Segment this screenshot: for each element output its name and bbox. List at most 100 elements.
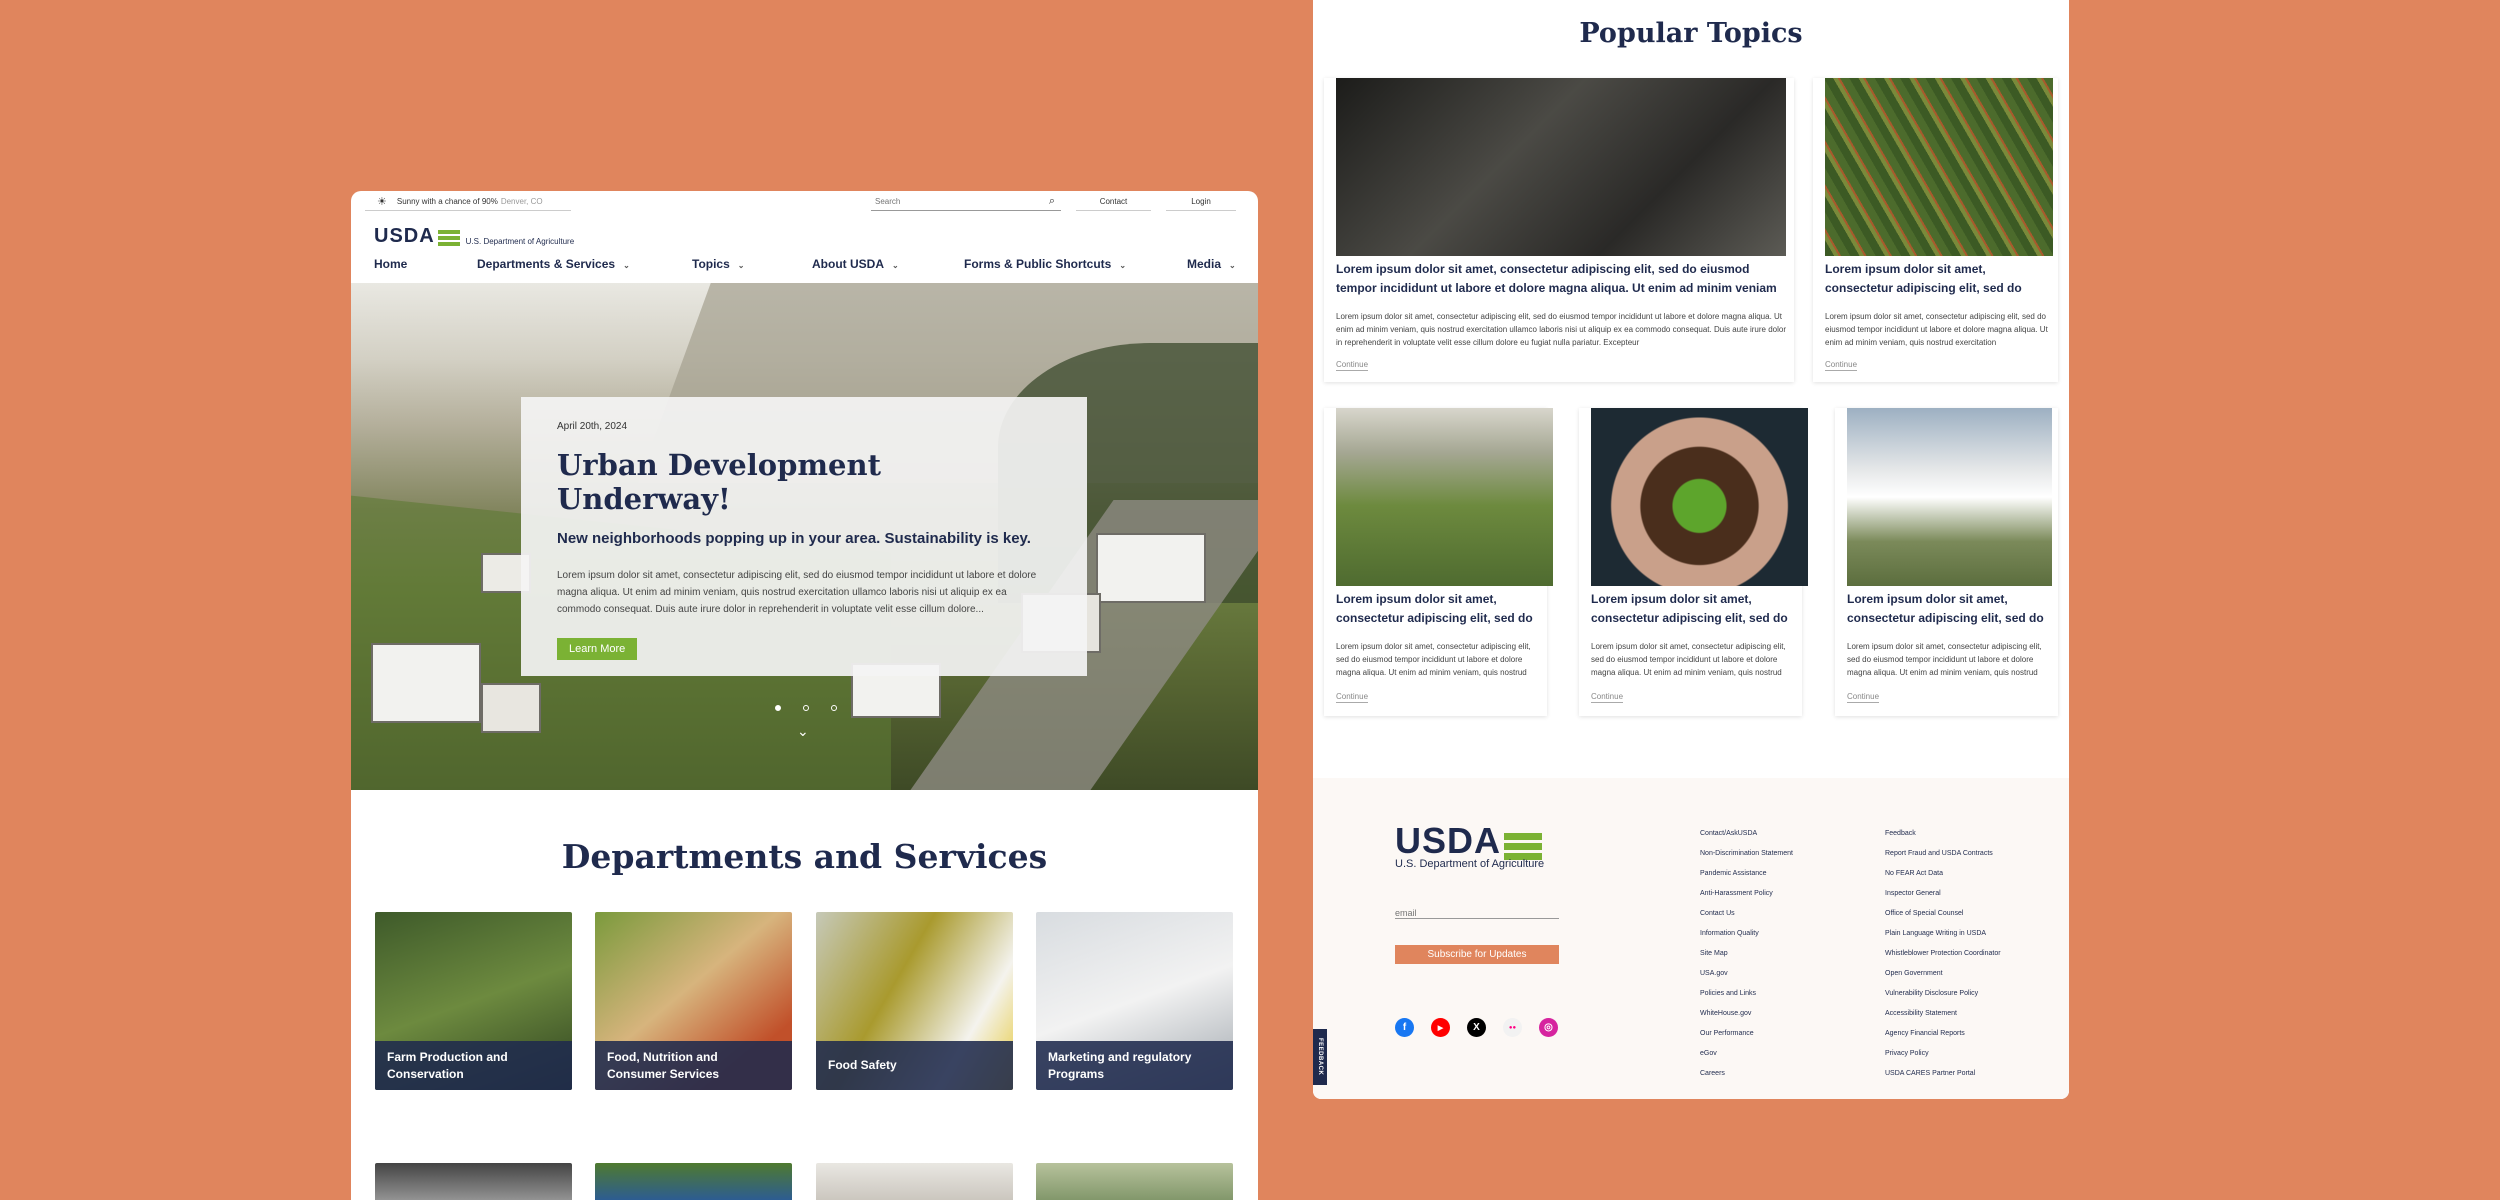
footer-logo-subtitle: U.S. Department of Agriculture xyxy=(1395,858,1545,870)
footer-link[interactable]: Plain Language Writing in USDA xyxy=(1885,930,1986,937)
login-link[interactable]: Login xyxy=(1166,197,1236,211)
footer-link[interactable]: Contact/AskUSDA xyxy=(1700,830,1757,837)
topic-image xyxy=(1591,408,1808,586)
nav-forms[interactable]: Forms & Public Shortcuts ⌄ xyxy=(964,257,1126,271)
carousel-dot[interactable] xyxy=(803,705,809,711)
footer-link[interactable]: Site Map xyxy=(1700,950,1728,957)
footer-link[interactable]: Open Government xyxy=(1885,970,1943,977)
topic-title: Lorem ipsum dolor sit amet, consectetur … xyxy=(1336,592,1533,625)
footer-link[interactable]: Careers xyxy=(1700,1070,1725,1077)
footer-link[interactable]: Office of Special Counsel xyxy=(1885,910,1963,917)
email-field[interactable] xyxy=(1395,908,1559,919)
footer-usda-logo[interactable]: USDA xyxy=(1395,820,1545,862)
footer-link[interactable]: Privacy Policy xyxy=(1885,1050,1929,1057)
department-label: Marketing and regulatory Programs xyxy=(1036,1041,1233,1090)
weather-location: Denver, CO xyxy=(500,197,543,206)
continue-link[interactable]: Continue xyxy=(1336,360,1369,371)
topic-image xyxy=(1847,408,2052,586)
topic-card[interactable]: Lorem ipsum dolor sit amet, consectetur … xyxy=(1579,408,1808,716)
topic-title: Lorem ipsum dolor sit amet, consectetur … xyxy=(1591,592,1788,625)
footer-link[interactable]: USA.gov xyxy=(1700,970,1728,977)
department-card[interactable] xyxy=(816,1163,1013,1200)
topic-card[interactable]: Lorem ipsum dolor sit amet, consectetur … xyxy=(1813,78,2058,382)
department-card[interactable]: Food, Nutrition and Consumer Services xyxy=(595,912,792,1090)
topic-body: Lorem ipsum dolor sit amet, consectetur … xyxy=(1591,642,1786,677)
department-card[interactable]: Marketing and regulatory Programs xyxy=(1036,912,1233,1090)
hero-card: April 20th, 2024 Urban Development Under… xyxy=(521,397,1087,676)
department-card[interactable] xyxy=(595,1163,792,1200)
topic-card[interactable]: Lorem ipsum dolor sit amet, consectetur … xyxy=(1324,78,1794,382)
x-icon[interactable]: X xyxy=(1467,1018,1486,1037)
weather-text: Sunny with a chance of 90% xyxy=(396,197,498,206)
weather-widget: ☀ Sunny with a chance of 90% Denver, CO xyxy=(365,193,571,211)
search-box[interactable]: ⌕ xyxy=(871,193,1061,211)
department-label: Food, Nutrition and Consumer Services xyxy=(595,1041,792,1090)
nav-home[interactable]: Home xyxy=(374,257,407,271)
topic-card[interactable]: Lorem ipsum dolor sit amet, consectetur … xyxy=(1324,408,1553,716)
popular-topics-heading: Popular Topics xyxy=(1579,18,1803,49)
feedback-tab[interactable]: FEEDBACK xyxy=(1313,1029,1327,1085)
chevron-down-icon: ⌄ xyxy=(1229,261,1236,270)
search-icon[interactable]: ⌕ xyxy=(1049,195,1055,208)
topic-image xyxy=(1336,78,1786,256)
department-card[interactable] xyxy=(375,1163,572,1200)
topic-image xyxy=(1825,78,2053,256)
footer-link[interactable]: Information Quality xyxy=(1700,930,1759,937)
continue-link[interactable]: Continue xyxy=(1825,360,1858,371)
search-input[interactable] xyxy=(875,197,1025,206)
youtube-icon[interactable]: ▶ xyxy=(1431,1018,1450,1037)
continue-link[interactable]: Continue xyxy=(1591,692,1624,703)
logo-wordmark: USDA xyxy=(1395,820,1502,861)
footer-link[interactable]: Whistleblower Protection Coordinator xyxy=(1885,950,2001,957)
footer-link[interactable]: Vulnerability Disclosure Policy xyxy=(1885,990,1978,997)
footer-link[interactable]: eGov xyxy=(1700,1050,1717,1057)
footer-link[interactable]: Pandemic Assistance xyxy=(1700,870,1767,877)
footer-link[interactable]: Contact Us xyxy=(1700,910,1735,917)
footer-link[interactable]: Policies and Links xyxy=(1700,990,1756,997)
carousel-dot[interactable] xyxy=(775,705,781,711)
carousel-dot[interactable] xyxy=(831,705,837,711)
topic-body: Lorem ipsum dolor sit amet, consectetur … xyxy=(1847,642,2042,677)
footer-link[interactable]: Feedback xyxy=(1885,830,1916,837)
learn-more-button[interactable]: Learn More xyxy=(557,638,638,660)
footer-link[interactable]: Non-Discrimination Statement xyxy=(1700,850,1793,857)
topic-image xyxy=(1336,408,1553,586)
continue-link[interactable]: Continue xyxy=(1847,692,1880,703)
department-card[interactable] xyxy=(1036,1163,1233,1200)
chevron-down-icon: ⌄ xyxy=(1119,261,1127,270)
departments-heading: Departments and Services xyxy=(561,837,1048,876)
usda-logo[interactable]: USDA U.S. Department of Agriculture xyxy=(374,225,574,248)
flickr-icon[interactable]: ●● xyxy=(1503,1018,1522,1037)
nav-media[interactable]: Media ⌄ xyxy=(1187,257,1236,271)
chevron-down-icon: ⌄ xyxy=(737,261,745,270)
footer-link[interactable]: Accessibility Statement xyxy=(1885,1010,1957,1017)
topic-card[interactable]: Lorem ipsum dolor sit amet, consectetur … xyxy=(1835,408,2058,716)
facebook-icon[interactable]: f xyxy=(1395,1018,1414,1037)
homepage-mockup: ☀ Sunny with a chance of 90% Denver, CO … xyxy=(351,191,1258,1200)
nav-about[interactable]: About USDA ⌄ xyxy=(812,257,899,271)
topic-body: Lorem ipsum dolor sit amet, consectetur … xyxy=(1336,312,1786,347)
department-label: Food Safety xyxy=(816,1041,1013,1090)
footer-link[interactable]: USDA CARES Partner Portal xyxy=(1885,1070,1975,1077)
department-card[interactable]: Farm Production and Conservation xyxy=(375,912,572,1090)
hero-title: Urban Development Underway! xyxy=(557,448,881,516)
instagram-icon[interactable]: ◎ xyxy=(1539,1018,1558,1037)
footer-link[interactable]: Anti-Harassment Policy xyxy=(1700,890,1773,897)
subscribe-button[interactable]: Subscribe for Updates xyxy=(1395,945,1559,964)
topics-footer-mockup: Popular Topics Lorem ipsum dolor sit ame… xyxy=(1313,0,2069,1099)
footer-link[interactable]: Agency Financial Reports xyxy=(1885,1030,1965,1037)
nav-topics[interactable]: Topics ⌄ xyxy=(692,257,744,271)
footer-link[interactable]: WhiteHouse.gov xyxy=(1700,1010,1751,1017)
footer-link[interactable]: Inspector General xyxy=(1885,890,1941,897)
logo-subtitle: U.S. Department of Agriculture xyxy=(465,237,575,246)
footer-link[interactable]: No FEAR Act Data xyxy=(1885,870,1943,877)
footer-link[interactable]: Our Performance xyxy=(1700,1030,1754,1037)
nav-departments[interactable]: Departments & Services ⌄ xyxy=(477,257,630,271)
topic-body: Lorem ipsum dolor sit amet, consectetur … xyxy=(1825,312,2048,347)
continue-link[interactable]: Continue xyxy=(1336,692,1369,703)
main-nav: Home Departments & Services ⌄ Topics ⌄ Abo… xyxy=(374,257,1242,273)
chevron-down-icon[interactable]: ⌄ xyxy=(797,723,809,740)
contact-link[interactable]: Contact xyxy=(1076,197,1151,211)
department-card[interactable]: Food Safety xyxy=(816,912,1013,1090)
footer-link[interactable]: Report Fraud and USDA Contracts xyxy=(1885,850,1993,857)
